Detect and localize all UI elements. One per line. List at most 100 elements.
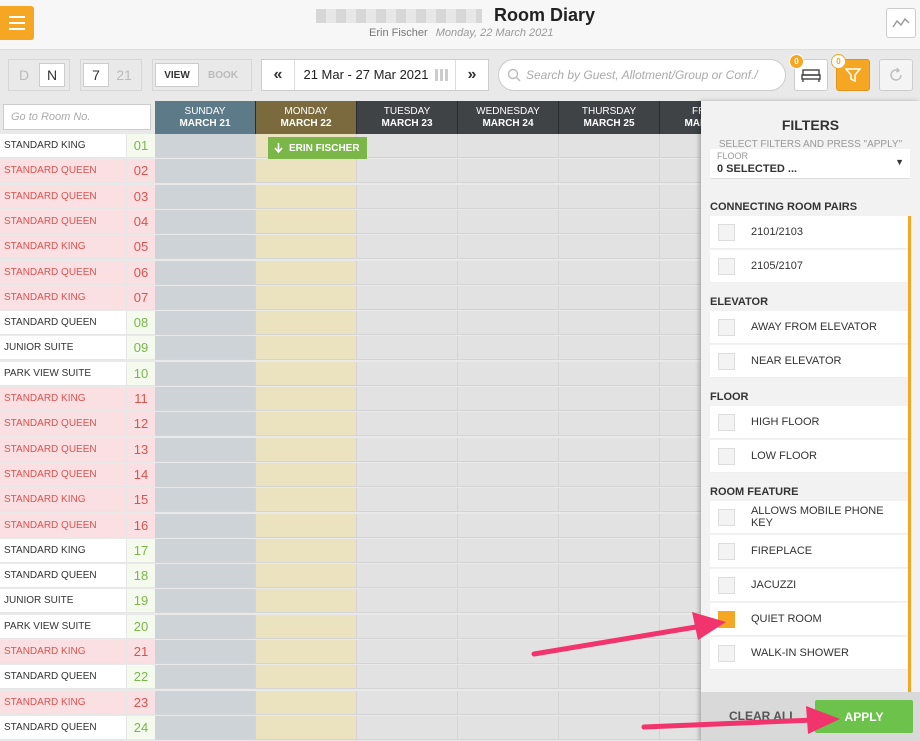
diary-cell[interactable] — [155, 715, 256, 740]
room-number[interactable]: 13 — [126, 437, 155, 462]
filter-checkbox[interactable] — [718, 542, 735, 560]
diary-cell[interactable] — [559, 589, 660, 614]
room-number[interactable]: 20 — [126, 614, 155, 639]
diary-cell[interactable] — [559, 311, 660, 336]
diary-cell[interactable] — [155, 437, 256, 462]
room-type[interactable]: STANDARD KING — [0, 285, 126, 310]
diary-cell[interactable] — [458, 614, 559, 639]
diary-cell[interactable] — [559, 336, 660, 361]
room-number[interactable]: 05 — [126, 235, 155, 260]
diary-cell[interactable] — [357, 665, 458, 690]
filter-checkbox[interactable] — [718, 352, 735, 370]
diary-cell[interactable] — [357, 184, 458, 209]
diary-cell[interactable] — [458, 285, 559, 310]
diary-cell[interactable] — [458, 412, 559, 437]
room-type[interactable]: STANDARD QUEEN — [0, 513, 126, 538]
room-number[interactable]: 08 — [126, 311, 155, 336]
apply-button[interactable]: APPLY — [815, 700, 913, 733]
diary-cell[interactable] — [559, 285, 660, 310]
diary-cell[interactable] — [458, 311, 559, 336]
toggle-night[interactable]: N — [39, 63, 65, 87]
filter-checkbox[interactable] — [718, 576, 735, 594]
filter-checkbox[interactable] — [718, 413, 735, 431]
room-type[interactable]: STANDARD QUEEN — [0, 184, 126, 209]
diary-cell[interactable] — [357, 715, 458, 740]
toggle-day[interactable]: D — [11, 63, 37, 87]
prev-week-button[interactable]: « — [262, 66, 294, 84]
diary-cell[interactable] — [357, 690, 458, 715]
diary-cell[interactable] — [559, 690, 660, 715]
diary-cell[interactable] — [357, 285, 458, 310]
diary-cell[interactable] — [559, 462, 660, 487]
diary-cell[interactable] — [256, 387, 357, 411]
diary-cell[interactable] — [559, 488, 660, 513]
room-number[interactable]: 12 — [126, 412, 155, 437]
diary-cell[interactable] — [559, 159, 660, 184]
filter-option[interactable]: WALK-IN SHOWER — [710, 637, 908, 670]
room-number[interactable]: 01 — [126, 134, 155, 158]
room-type[interactable]: STANDARD QUEEN — [0, 159, 126, 184]
diary-cell[interactable] — [256, 640, 357, 664]
room-type[interactable]: STANDARD QUEEN — [0, 462, 126, 487]
diary-cell[interactable] — [155, 614, 256, 639]
room-number[interactable]: 23 — [126, 690, 155, 715]
room-number[interactable]: 17 — [126, 538, 155, 563]
diary-cell[interactable] — [155, 336, 256, 361]
filter-checkbox[interactable] — [718, 508, 735, 526]
span-7-days[interactable]: 7 — [83, 63, 109, 87]
diary-cell[interactable] — [256, 488, 357, 513]
room-number[interactable]: 07 — [126, 285, 155, 310]
room-type[interactable]: STANDARD QUEEN — [0, 260, 126, 285]
diary-cell[interactable] — [357, 336, 458, 361]
room-type[interactable]: STANDARD QUEEN — [0, 715, 126, 740]
diary-cell[interactable] — [559, 437, 660, 462]
diary-cell[interactable] — [458, 387, 559, 411]
diary-cell[interactable] — [155, 589, 256, 614]
filter-option[interactable]: QUIET ROOM — [710, 603, 908, 636]
diary-cell[interactable] — [155, 184, 256, 209]
diary-cell[interactable] — [256, 311, 357, 336]
diary-cell[interactable] — [559, 665, 660, 690]
diary-cell[interactable] — [458, 159, 559, 184]
diary-cell[interactable] — [458, 462, 559, 487]
diary-cell[interactable] — [256, 665, 357, 690]
filter-option[interactable]: 2105/2107 — [710, 250, 908, 283]
room-type[interactable]: STANDARD KING — [0, 134, 126, 158]
room-type[interactable]: STANDARD QUEEN — [0, 564, 126, 589]
diary-cell[interactable] — [357, 361, 458, 386]
diary-cell[interactable] — [559, 134, 660, 158]
filter-checkbox[interactable] — [718, 223, 735, 241]
filter-option[interactable]: HIGH FLOOR — [710, 406, 908, 439]
diary-cell[interactable] — [155, 488, 256, 513]
diary-cell[interactable] — [559, 614, 660, 639]
room-type[interactable]: STANDARD KING — [0, 538, 126, 563]
diary-cell[interactable] — [256, 589, 357, 614]
diary-cell[interactable] — [357, 260, 458, 285]
diary-cell[interactable] — [155, 640, 256, 664]
diary-cell[interactable] — [357, 209, 458, 234]
room-number[interactable]: 02 — [126, 159, 155, 184]
room-status-button[interactable]: 0 — [789, 54, 828, 91]
diary-cell[interactable] — [458, 336, 559, 361]
filter-list-scrollbar[interactable] — [908, 216, 911, 692]
room-type[interactable]: STANDARD KING — [0, 387, 126, 411]
room-number[interactable]: 22 — [126, 665, 155, 690]
diary-cell[interactable] — [458, 184, 559, 209]
room-type[interactable]: STANDARD KING — [0, 640, 126, 664]
diary-cell[interactable] — [559, 640, 660, 664]
diary-cell[interactable] — [458, 260, 559, 285]
diary-cell[interactable] — [256, 412, 357, 437]
room-type[interactable]: JUNIOR SUITE — [0, 336, 126, 361]
diary-cell[interactable] — [357, 488, 458, 513]
diary-cell[interactable] — [256, 159, 357, 184]
filter-button[interactable]: 0 — [831, 54, 870, 91]
room-number[interactable]: 24 — [126, 715, 155, 740]
room-type[interactable]: STANDARD KING — [0, 235, 126, 260]
diary-cell[interactable] — [256, 564, 357, 589]
diary-cell[interactable] — [256, 184, 357, 209]
diary-cell[interactable] — [357, 159, 458, 184]
diary-cell[interactable] — [155, 285, 256, 310]
room-type[interactable]: PARK VIEW SUITE — [0, 361, 126, 386]
diary-cell[interactable] — [559, 361, 660, 386]
diary-cell[interactable] — [155, 462, 256, 487]
